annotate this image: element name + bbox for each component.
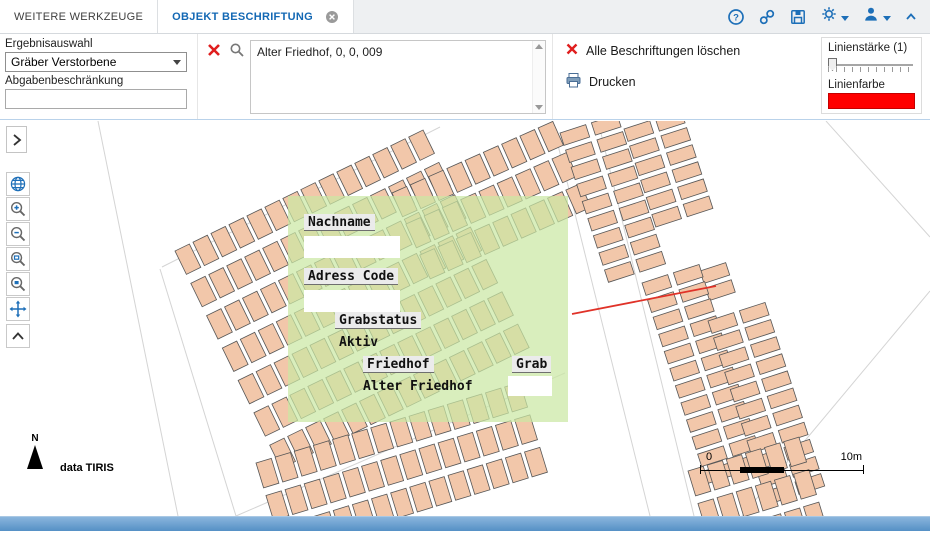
result-select[interactable]: Gräber Verstorbene [5, 52, 187, 72]
tab-label: WEITERE WERKZEUGE [14, 11, 143, 23]
zoom-rectangle-button[interactable] [6, 247, 30, 271]
globe-button[interactable] [6, 172, 30, 196]
result-select-value: Gräber Verstorbene [11, 55, 116, 69]
tab-bar: WEITERE WERKZEUGE OBJEKT BESCHRIFTUNG ? [0, 0, 930, 34]
chevron-down-icon [173, 60, 181, 65]
grabstatus-value: Aktiv [339, 335, 378, 350]
zoom-selection-button[interactable] [6, 272, 30, 296]
restriction-input[interactable] [5, 89, 187, 109]
line-style-panel: Linienstärke (1) Linienfarbe [821, 37, 922, 114]
line-color-swatch[interactable] [828, 93, 915, 109]
line-width-slider[interactable] [828, 57, 915, 77]
user-menu[interactable] [862, 5, 891, 28]
chevron-down-icon [841, 8, 849, 26]
tab-label: OBJEKT BESCHRIFTUNG [172, 11, 313, 23]
nachname-label: Nachname [304, 214, 375, 231]
search-results-box[interactable]: Alter Friedhof, 0, 0, 009 [250, 40, 546, 114]
scale-end-label: 10m [841, 451, 862, 463]
printer-icon [565, 72, 582, 91]
map-tools-toolbar [6, 172, 30, 321]
label-actions-panel: Alle Beschriftungen löschen Drucken [553, 34, 821, 119]
nachname-input[interactable] [304, 236, 400, 258]
header-icons: ? [727, 0, 930, 33]
globe-icon [9, 175, 27, 193]
result-selection-panel: Ergebnisauswahl Gräber Verstorbene Abgab… [0, 34, 198, 119]
tab-weitere-werkzeuge[interactable]: WEITERE WERKZEUGE [0, 0, 158, 33]
app-window: WEITERE WERKZEUGE OBJEKT BESCHRIFTUNG ? [0, 0, 930, 534]
search-button[interactable] [227, 40, 247, 60]
status-bar [0, 516, 930, 531]
user-icon [862, 5, 880, 28]
friedhof-label: Friedhof [363, 356, 434, 373]
friedhof-value: Alter Friedhof [363, 379, 473, 394]
collapse-map-tools-button[interactable] [6, 324, 30, 348]
restriction-label: Abgabenbeschränkung [5, 75, 191, 87]
link-icon[interactable] [758, 8, 776, 26]
gear-icon [820, 5, 838, 28]
grab-input[interactable] [508, 376, 552, 396]
search-result-item[interactable]: Alter Friedhof, 0, 0, 009 [251, 41, 532, 113]
zoom-rectangle-icon [9, 250, 27, 268]
pan-arrows-icon [9, 300, 27, 318]
north-label: N [26, 433, 44, 444]
zoom-out-button[interactable] [6, 222, 30, 246]
scale-start-label: 0 [706, 451, 712, 463]
tab-objekt-beschriftung[interactable]: OBJEKT BESCHRIFTUNG [158, 0, 354, 33]
settings-menu[interactable] [820, 5, 849, 28]
adress-code-input[interactable] [304, 290, 400, 312]
zoom-in-button[interactable] [6, 197, 30, 221]
print-button[interactable]: Drucken [565, 72, 813, 91]
north-arrow: N [26, 433, 44, 469]
zoom-in-icon [9, 200, 27, 218]
north-arrow-icon [27, 445, 43, 469]
slider-track [828, 64, 913, 66]
delete-icon [565, 42, 579, 59]
delete-all-labels-button[interactable]: Alle Beschriftungen löschen [565, 42, 813, 59]
chevron-right-icon [11, 133, 23, 147]
save-icon[interactable] [789, 8, 807, 26]
line-color-label: Linienfarbe [828, 79, 915, 91]
svg-text:?: ? [733, 12, 739, 23]
print-label: Drucken [589, 75, 636, 89]
object-labeling-toolbar: Ergebnisauswahl Gräber Verstorbene Abgab… [0, 34, 930, 120]
slider-ticks [828, 67, 913, 72]
expand-sidebar-button[interactable] [6, 126, 27, 153]
collapse-panel-icon[interactable] [904, 10, 918, 24]
scale-bar-graphic [700, 465, 864, 475]
line-width-label: Linienstärke (1) [828, 42, 915, 54]
result-select-label: Ergebnisauswahl [5, 38, 191, 50]
search-results-scrollbar[interactable] [532, 41, 545, 113]
zoom-selection-icon [9, 275, 27, 293]
clear-search-button[interactable] [204, 40, 224, 60]
help-icon[interactable]: ? [727, 8, 745, 26]
label-editor-overlay: Nachname Adress Code Grabstatus Aktiv Fr… [288, 196, 568, 422]
adress-code-label: Adress Code [304, 268, 398, 285]
grab-label: Grab [512, 356, 551, 373]
pan-button[interactable] [6, 297, 30, 321]
zoom-out-icon [9, 225, 27, 243]
scroll-up-icon[interactable] [535, 44, 543, 49]
grabstatus-label: Grabstatus [335, 312, 421, 329]
chevron-down-icon [883, 8, 891, 26]
close-tab-icon[interactable] [325, 10, 339, 24]
delete-all-labels-label: Alle Beschriftungen löschen [586, 44, 740, 58]
map-attribution: data TIRIS [60, 462, 114, 474]
map-area: Nachname Adress Code Grabstatus Aktiv Fr… [0, 121, 930, 516]
chevron-up-icon [11, 331, 25, 341]
scroll-down-icon[interactable] [535, 105, 543, 110]
scale-bar: 0 10m [700, 451, 864, 475]
search-panel: Alter Friedhof, 0, 0, 009 [198, 34, 553, 119]
